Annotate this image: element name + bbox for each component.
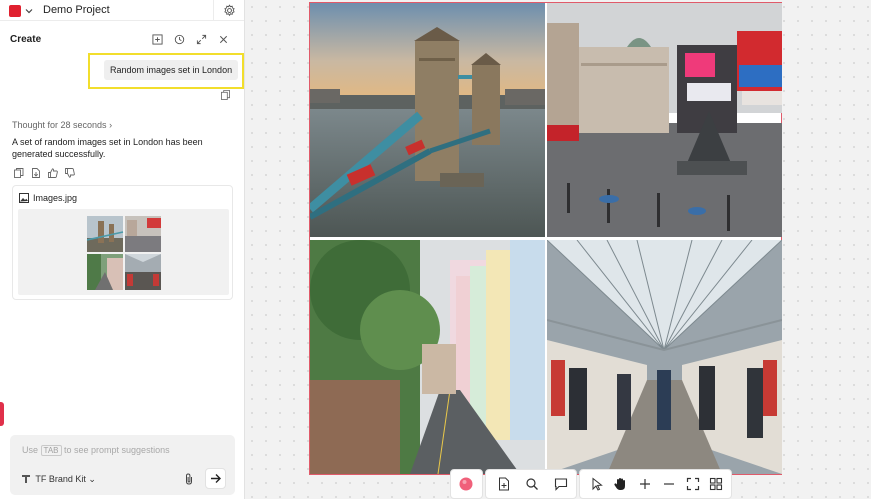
arrow-right-icon — [211, 474, 221, 483]
image-pastel-street[interactable] — [310, 240, 545, 474]
send-button[interactable] — [205, 468, 226, 489]
thought-label: Thought for 28 seconds — [12, 120, 107, 130]
insert-toolbar — [485, 469, 577, 499]
hint-suffix: to see prompt suggestions — [64, 445, 170, 455]
prompt-input[interactable]: Use TAB to see prompt suggestions — [22, 445, 170, 456]
canvas-tools-toolbar — [579, 469, 732, 499]
grid-icon[interactable] — [709, 477, 723, 491]
search-icon[interactable] — [525, 477, 539, 491]
copy-icon[interactable] — [221, 90, 230, 100]
zoom-in-icon[interactable] — [638, 477, 652, 491]
copy-icon[interactable] — [14, 168, 24, 178]
fit-screen-icon[interactable] — [686, 477, 700, 491]
prompt-composer[interactable]: Use TAB to see prompt suggestions TF Bra… — [10, 435, 235, 495]
close-icon[interactable] — [218, 34, 229, 45]
image-grid[interactable] — [309, 2, 782, 475]
chevron-down-icon[interactable] — [25, 7, 33, 15]
thumbs-down-icon[interactable] — [65, 168, 75, 178]
add-frame-icon[interactable] — [152, 34, 163, 45]
color-toolbar — [450, 469, 483, 499]
brand-kit-selector[interactable]: TF Brand Kit ⌄ — [22, 474, 96, 485]
gear-icon[interactable] — [223, 4, 236, 17]
topbar-divider — [213, 0, 214, 21]
hand-icon[interactable] — [613, 477, 627, 491]
tab-key-badge: TAB — [40, 445, 62, 456]
history-icon[interactable] — [174, 34, 185, 45]
app-logo[interactable] — [9, 5, 21, 17]
pointer-icon[interactable] — [590, 477, 604, 491]
attachment-preview — [18, 209, 229, 295]
zoom-out-icon[interactable] — [662, 477, 676, 491]
thought-toggle[interactable]: Thought for 28 seconds › — [12, 120, 112, 130]
preview-thumbnail — [87, 216, 161, 290]
brand-kit-icon — [22, 475, 30, 483]
attachment-name: Images.jpg — [33, 193, 78, 203]
comment-icon[interactable] — [554, 477, 568, 491]
paperclip-icon[interactable] — [184, 473, 194, 485]
thumbs-up-icon[interactable] — [48, 168, 58, 178]
attachment-card[interactable]: Images.jpg — [12, 185, 233, 300]
color-swatch-icon[interactable] — [459, 477, 473, 491]
sidebar-panel: Demo Project Create Random images set in… — [0, 0, 245, 499]
image-train-station[interactable] — [547, 240, 782, 474]
expand-icon[interactable] — [196, 34, 207, 45]
side-tab[interactable] — [0, 402, 4, 426]
canvas-area[interactable] — [245, 0, 871, 499]
project-name[interactable]: Demo Project — [43, 4, 110, 16]
user-message: Random images set in London — [104, 60, 239, 80]
brand-kit-label: TF Brand Kit — [35, 474, 86, 484]
assistant-reply: A set of random images set in London has… — [12, 137, 203, 159]
hint-prefix: Use — [22, 445, 39, 455]
panel-title: Create — [10, 34, 42, 45]
project-topbar: Demo Project — [0, 0, 244, 21]
chevron-down-icon: ⌄ — [88, 474, 96, 484]
add-image-icon[interactable] — [497, 477, 511, 491]
image-file-icon — [19, 193, 29, 203]
image-piccadilly-circus[interactable] — [547, 3, 782, 237]
chevron-right-icon: › — [109, 120, 113, 130]
image-tower-bridge[interactable] — [310, 3, 545, 237]
export-icon[interactable] — [31, 168, 41, 178]
